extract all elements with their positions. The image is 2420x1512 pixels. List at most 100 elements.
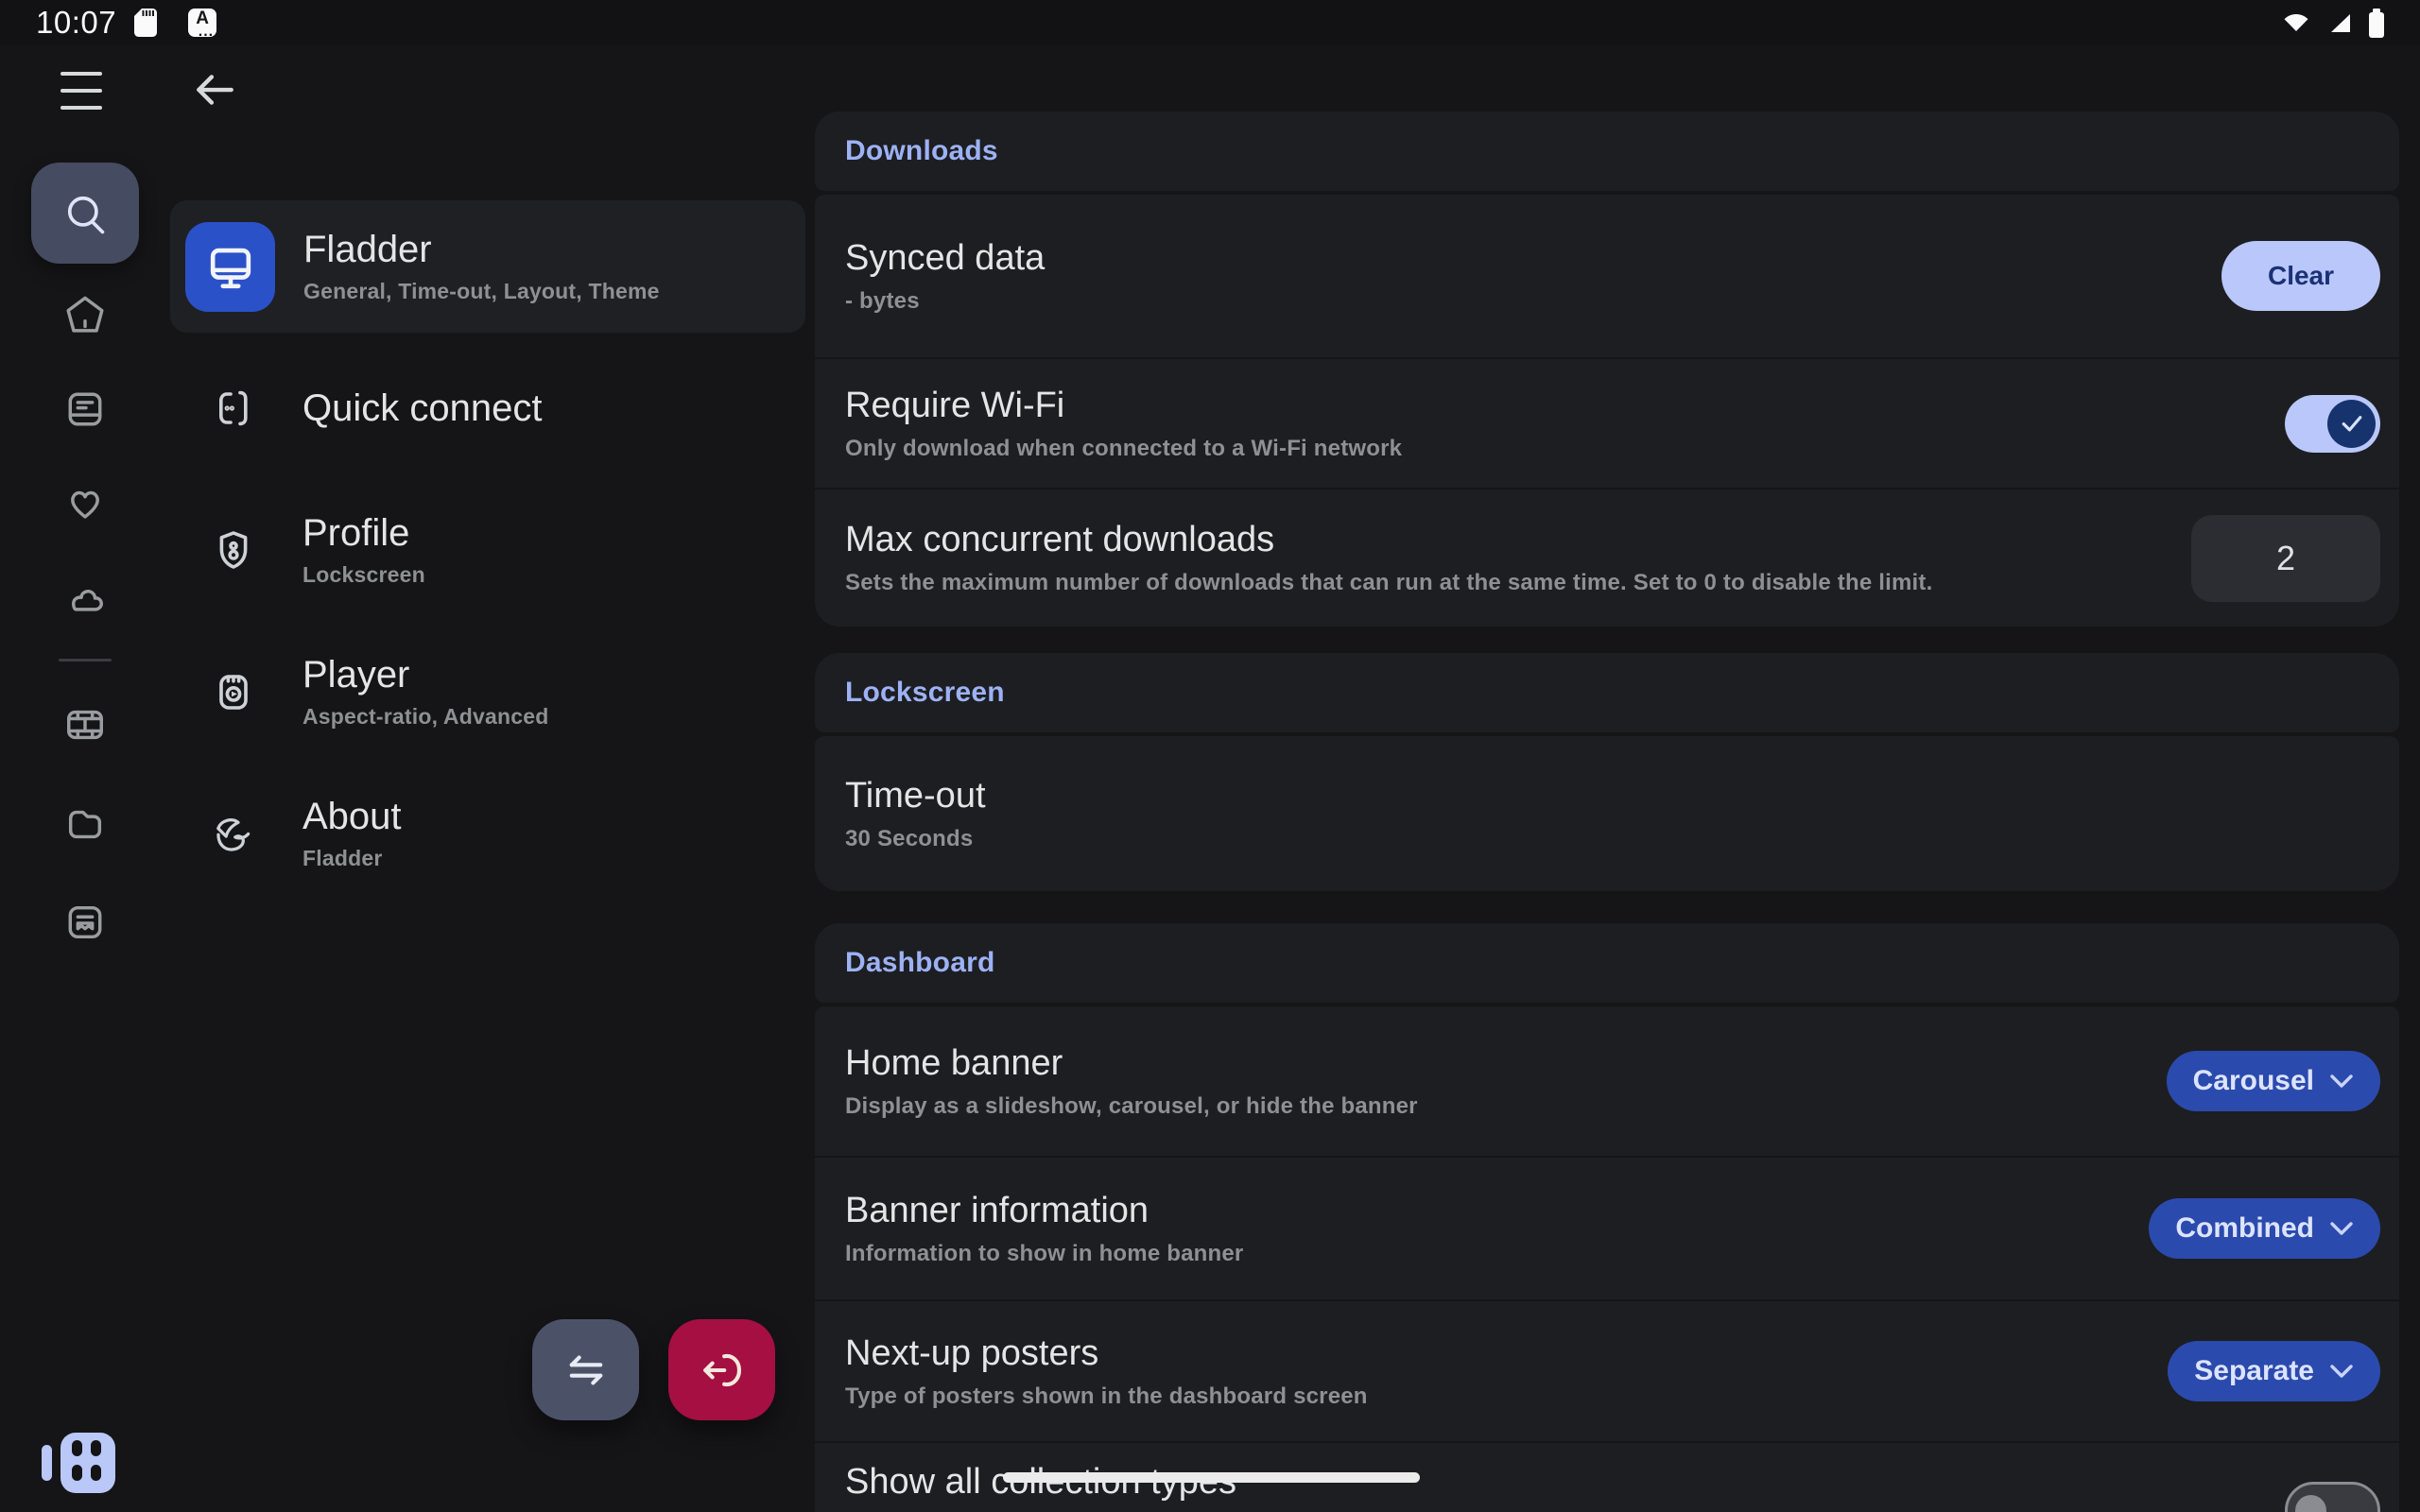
swap-fab[interactable]	[532, 1319, 639, 1420]
film-icon	[63, 703, 107, 747]
status-bar: 10:07 A ...	[0, 0, 2420, 45]
row-subtitle: 30 Seconds	[845, 826, 2342, 852]
nav-item-title: About	[302, 796, 402, 838]
next-up-posters-dropdown[interactable]: Separate	[2168, 1341, 2380, 1401]
battery-icon	[2369, 9, 2384, 38]
row-title: Max concurrent downloads	[845, 520, 2153, 560]
row-subtitle: Sets the maximum number of downloads tha…	[845, 570, 2153, 596]
nav-item-profile[interactable]: Profile Lockscreen	[170, 484, 805, 616]
rail-item-search[interactable]	[31, 163, 139, 264]
row-next-up-posters[interactable]: Next-up posters Type of posters shown in…	[815, 1299, 2399, 1441]
rail-item-sync[interactable]	[63, 576, 107, 620]
logout-icon	[698, 1346, 747, 1395]
require-wifi-toggle[interactable]	[2285, 395, 2380, 453]
clear-button[interactable]: Clear	[2221, 241, 2380, 311]
row-banner-information[interactable]: Banner information Information to show i…	[815, 1156, 2399, 1299]
rail-item-collections[interactable]	[63, 901, 107, 944]
toggle-thumb	[2327, 400, 2376, 448]
settings-content: Downloads Synced data - bytes Clear Requ…	[815, 112, 2399, 1512]
nav-item-about[interactable]: About Fladder	[170, 767, 805, 900]
rail-item-videos[interactable]	[63, 703, 107, 747]
nav-item-player[interactable]: Player Aspect-ratio, Advanced	[170, 626, 805, 758]
banner-information-dropdown[interactable]: Combined	[2149, 1198, 2380, 1259]
collections-icon	[63, 901, 107, 944]
cellular-signal-icon	[2327, 11, 2352, 34]
search-icon	[60, 189, 110, 238]
rail-item-library[interactable]	[63, 387, 107, 431]
cloud-icon	[63, 576, 107, 620]
sd-card-icon	[133, 8, 158, 38]
row-subtitle: Information to show in home banner	[845, 1241, 2111, 1267]
library-book-icon	[63, 387, 107, 431]
section-dashboard: Dashboard Home banner Display as a slide…	[815, 923, 2399, 1512]
clock: 10:07	[36, 5, 116, 41]
max-downloads-value: 2	[2276, 539, 2295, 578]
gesture-navigation-pill[interactable]	[1003, 1472, 1420, 1483]
row-time-out[interactable]: Time-out 30 Seconds	[815, 736, 2399, 891]
dropdown-value: Carousel	[2193, 1065, 2314, 1097]
chevron-down-icon	[2329, 1221, 2354, 1236]
row-require-wifi[interactable]: Require Wi-Fi Only download when connect…	[815, 357, 2399, 488]
swap-arrows-icon	[562, 1346, 611, 1395]
gamepad-overlay-icon	[42, 1433, 115, 1493]
row-synced-data[interactable]: Synced data - bytes Clear	[815, 195, 2399, 357]
rail-item-favorites[interactable]	[63, 481, 107, 524]
row-title: Time-out	[845, 776, 2342, 816]
dropdown-value: Combined	[2175, 1212, 2314, 1245]
back-arrow-icon[interactable]	[191, 66, 238, 113]
row-title: Home banner	[845, 1043, 2129, 1084]
nav-item-title: Quick connect	[302, 387, 542, 430]
row-title: Next-up posters	[845, 1333, 2130, 1374]
show-all-collection-types-toggle[interactable]	[2285, 1482, 2380, 1512]
rail-divider	[59, 659, 112, 662]
toggle-thumb	[2295, 1495, 2326, 1512]
section-label: Lockscreen	[845, 677, 1005, 709]
section-label: Dashboard	[845, 947, 995, 979]
row-title: Synced data	[845, 238, 2184, 279]
media-player-icon	[193, 651, 274, 732]
folder-icon	[63, 802, 107, 846]
nav-item-subtitle: Fladder	[302, 846, 402, 871]
nav-item-subtitle: General, Time-out, Layout, Theme	[303, 279, 660, 304]
section-lockscreen: Lockscreen Time-out 30 Seconds	[815, 653, 2399, 891]
row-title: Banner information	[845, 1191, 2111, 1231]
letter-a-app-icon: A ...	[188, 9, 216, 37]
section-downloads: Downloads Synced data - bytes Clear Requ…	[815, 112, 2399, 627]
hamburger-menu-icon[interactable]	[60, 72, 102, 110]
chevron-down-icon	[2329, 1074, 2354, 1089]
fladder-bird-logo-icon	[193, 793, 274, 874]
max-downloads-value-field[interactable]: 2	[2191, 515, 2380, 602]
section-header: Lockscreen	[815, 653, 2399, 732]
nav-item-title: Fladder	[303, 229, 660, 271]
row-subtitle: Type of posters shown in the dashboard s…	[845, 1383, 2130, 1410]
logout-fab[interactable]	[668, 1319, 775, 1420]
nav-item-quick-connect[interactable]: Quick connect	[170, 342, 805, 474]
row-title: Require Wi-Fi	[845, 386, 2247, 426]
section-label: Downloads	[845, 135, 998, 167]
nav-item-title: Profile	[302, 512, 425, 555]
monitor-icon	[185, 222, 275, 312]
row-max-concurrent-downloads[interactable]: Max concurrent downloads Sets the maximu…	[815, 488, 2399, 627]
check-icon	[2338, 409, 2366, 438]
row-subtitle: Display as a slideshow, carousel, or hid…	[845, 1093, 2129, 1120]
row-home-banner[interactable]: Home banner Display as a slideshow, caro…	[815, 1006, 2399, 1156]
chevron-down-icon	[2329, 1364, 2354, 1379]
fladder-settings-screen: 10:07 A ...	[0, 0, 2420, 1512]
nav-item-fladder[interactable]: Fladder General, Time-out, Layout, Theme	[170, 200, 805, 333]
heart-icon	[63, 481, 107, 524]
rail-item-folder[interactable]	[63, 802, 107, 846]
shield-profile-icon	[193, 509, 274, 591]
nav-item-subtitle: Aspect-ratio, Advanced	[302, 704, 548, 730]
wifi-icon	[2282, 11, 2310, 34]
dropdown-value: Separate	[2194, 1355, 2314, 1387]
rail-item-home[interactable]	[63, 293, 107, 336]
row-subtitle: - bytes	[845, 288, 2184, 315]
nav-item-subtitle: Lockscreen	[302, 562, 425, 588]
home-banner-dropdown[interactable]: Carousel	[2167, 1051, 2380, 1111]
quick-connect-icon	[193, 368, 274, 449]
row-subtitle: Only download when connected to a Wi-Fi …	[845, 436, 2247, 462]
nav-item-title: Player	[302, 654, 548, 696]
home-icon	[63, 293, 107, 336]
settings-nav: Fladder General, Time-out, Layout, Theme…	[170, 200, 805, 909]
section-header: Dashboard	[815, 923, 2399, 1003]
